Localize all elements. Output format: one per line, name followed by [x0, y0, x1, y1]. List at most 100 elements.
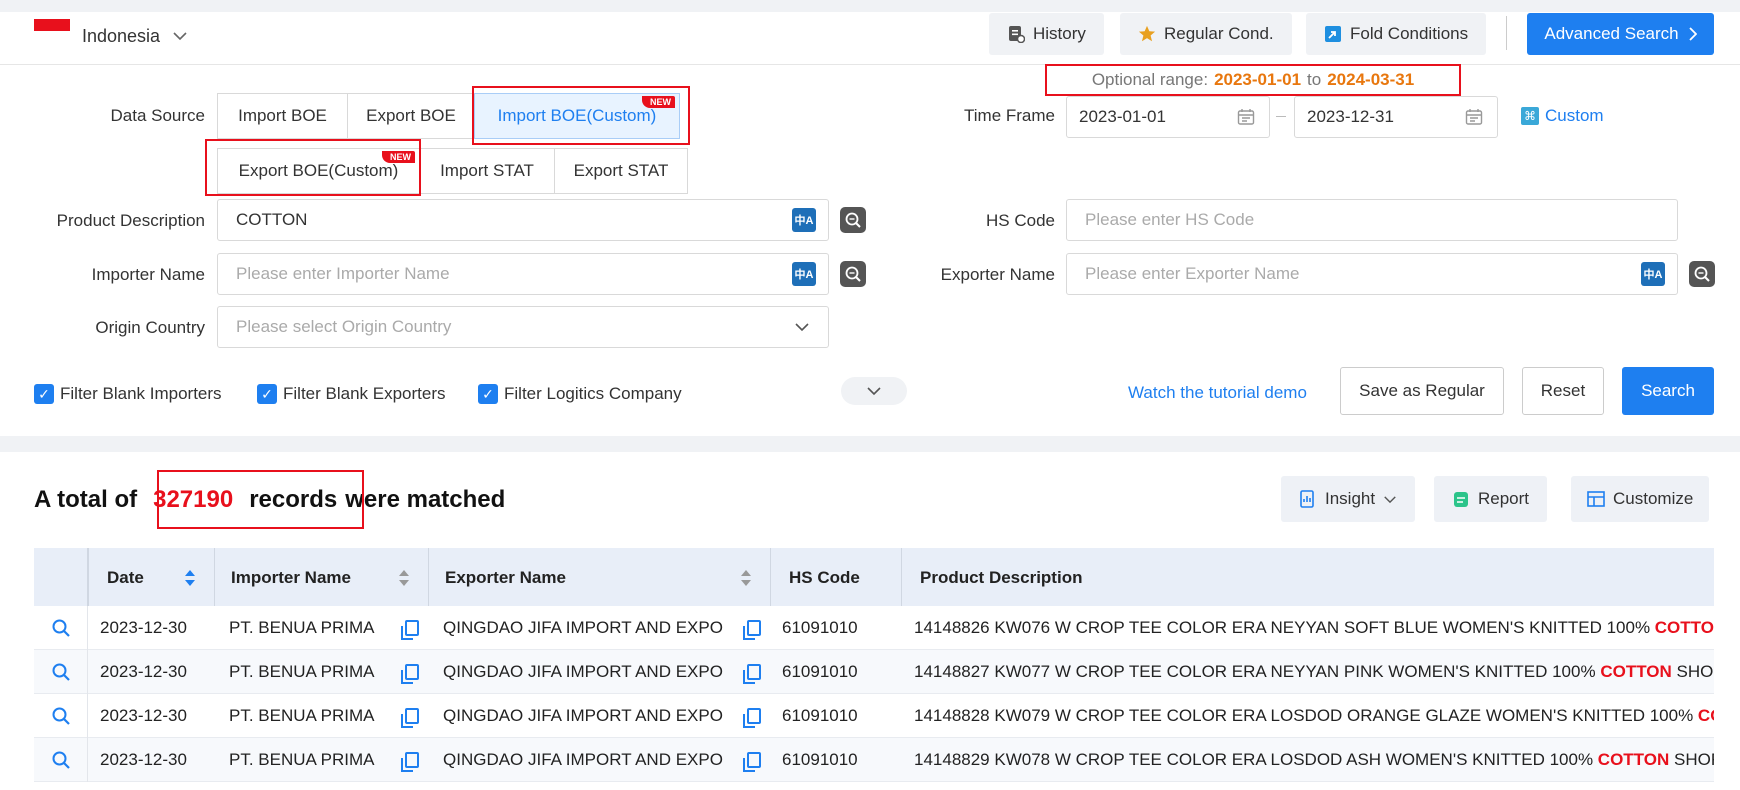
- product-input[interactable]: COTTON: [217, 199, 829, 241]
- source-export-boe[interactable]: Export BOE: [347, 93, 475, 139]
- row-product-highlight: COTTON: [1697, 706, 1714, 725]
- sort-icon[interactable]: [184, 568, 196, 588]
- row-importer[interactable]: PT. BENUA PRIMA: [229, 738, 399, 782]
- reset-button[interactable]: Reset: [1522, 367, 1604, 415]
- row-date: 2023-12-30: [100, 662, 187, 681]
- insight-icon: [1300, 490, 1314, 508]
- copy-icon[interactable]: [401, 708, 419, 728]
- row-product: 14148826 KW076 W CROP TEE COLOR ERA NEYY…: [914, 606, 1714, 650]
- table-header-exporter[interactable]: Exporter Name: [429, 548, 771, 608]
- row-product-highlight: COTTON: [1597, 750, 1670, 769]
- header-divider: [0, 64, 1740, 65]
- row-exporter[interactable]: QINGDAO JIFA IMPORT AND EXPO: [443, 650, 761, 694]
- history-button[interactable]: History: [989, 13, 1104, 55]
- time-frame-label: Time Frame: [964, 106, 1055, 125]
- row-importer[interactable]: PT. BENUA PRIMA: [229, 650, 399, 694]
- product-header-label: Product Description: [920, 568, 1083, 587]
- table-header-date[interactable]: Date: [88, 548, 215, 608]
- header-separator: [1506, 16, 1507, 50]
- row-hs: 61091010: [782, 662, 858, 681]
- table-row[interactable]: 2023-12-30 PT. BENUA PRIMA QINGDAO JIFA IM…: [34, 694, 1714, 738]
- product-value: COTTON: [236, 210, 308, 229]
- table-row[interactable]: 2023-12-30 PT. BENUA PRIMA QINGDAO JIFA IM…: [34, 650, 1714, 694]
- product-label: Product Description: [56, 211, 205, 230]
- report-button[interactable]: Report: [1434, 476, 1548, 522]
- time-to-input[interactable]: 2023-12-31: [1294, 96, 1498, 138]
- table-header-product: Product Description: [902, 548, 1714, 608]
- fold-conditions-button[interactable]: Fold Conditions: [1306, 13, 1487, 55]
- optional-range-to: 2024-03-31: [1327, 70, 1415, 89]
- row-search-icon[interactable]: [34, 606, 88, 650]
- copy-icon[interactable]: [401, 664, 419, 684]
- copy-icon[interactable]: [401, 620, 419, 640]
- exporter-input[interactable]: Please enter Exporter Name: [1066, 253, 1678, 295]
- row-importer[interactable]: PT. BENUA PRIMA: [229, 694, 399, 738]
- source-import-stat[interactable]: Import STAT: [419, 148, 555, 194]
- copy-icon[interactable]: [743, 620, 761, 640]
- copy-icon[interactable]: [401, 752, 419, 772]
- copy-icon[interactable]: [743, 708, 761, 728]
- optional-range: Optional range: 2023-01-01 to 2024-03-31: [1045, 64, 1461, 96]
- row-hs: 61091010: [782, 706, 858, 725]
- table-row[interactable]: 2023-12-30 PT. BENUA PRIMA QINGDAO JIFA IM…: [34, 738, 1714, 782]
- copy-icon[interactable]: [743, 752, 761, 772]
- source-export-stat[interactable]: Export STAT: [554, 148, 688, 194]
- row-product: 14148829 KW078 W CROP TEE COLOR ERA LOSD…: [914, 738, 1714, 782]
- row-search-icon[interactable]: [34, 694, 88, 738]
- hs-input[interactable]: Please enter HS Code: [1066, 199, 1678, 241]
- hs-header-label: HS Code: [789, 568, 860, 587]
- translate-icon[interactable]: 中A: [1641, 262, 1665, 286]
- save-as-regular-button[interactable]: Save as Regular: [1340, 367, 1504, 415]
- copy-icon[interactable]: [743, 664, 761, 684]
- chevron-down-icon: [173, 32, 187, 41]
- hs-label: HS Code: [986, 211, 1055, 230]
- origin-select[interactable]: Please select Origin Country: [217, 306, 829, 348]
- filter-logistics-company[interactable]: ✓ Filter Logitics Company: [478, 384, 682, 404]
- translate-icon[interactable]: 中A: [792, 208, 816, 232]
- regular-cond-button[interactable]: Regular Cond.: [1120, 13, 1292, 55]
- filter-blank-exporters[interactable]: ✓ Filter Blank Exporters: [257, 384, 446, 404]
- calendar-icon: [1465, 109, 1483, 125]
- command-icon: ⌘: [1521, 107, 1539, 125]
- table-header-select: [34, 548, 88, 608]
- row-exporter[interactable]: QINGDAO JIFA IMPORT AND EXPO: [443, 694, 761, 738]
- translate-icon[interactable]: 中A: [792, 262, 816, 286]
- row-product-tail: SHORT: [1673, 750, 1714, 769]
- table-header-importer[interactable]: Importer Name: [215, 548, 429, 608]
- search-options-icon[interactable]: [1689, 261, 1715, 287]
- optional-range-to-word: to: [1307, 70, 1322, 89]
- time-from-input[interactable]: 2023-01-01: [1066, 96, 1270, 138]
- row-date: 2023-12-30: [100, 750, 187, 769]
- search-options-icon[interactable]: [840, 207, 866, 233]
- search-options-icon[interactable]: [840, 261, 866, 287]
- insight-label: Insight: [1325, 489, 1376, 508]
- expand-toggle[interactable]: [841, 377, 907, 405]
- table-row[interactable]: 2023-12-30 PT. BENUA PRIMA QINGDAO JIFA IM…: [34, 606, 1714, 650]
- sort-icon[interactable]: [398, 568, 410, 588]
- tutorial-link[interactable]: Watch the tutorial demo: [1128, 383, 1307, 403]
- importer-input[interactable]: Please enter Importer Name: [217, 253, 829, 295]
- row-exporter[interactable]: QINGDAO JIFA IMPORT AND EXPO: [443, 738, 761, 782]
- advanced-search-button[interactable]: Advanced Search: [1527, 13, 1714, 55]
- row-search-icon[interactable]: [34, 650, 88, 694]
- regular-cond-label: Regular Cond.: [1164, 24, 1274, 43]
- row-hs: 61091010: [782, 750, 858, 769]
- row-importer[interactable]: PT. BENUA PRIMA: [229, 606, 399, 650]
- data-source-label: Data Source: [110, 106, 206, 125]
- filter-blank-importers[interactable]: ✓ Filter Blank Importers: [34, 384, 222, 404]
- row-search-icon[interactable]: [34, 738, 88, 782]
- customize-button[interactable]: Customize: [1571, 476, 1710, 522]
- time-to-value: 2023-12-31: [1307, 107, 1394, 126]
- insight-button[interactable]: Insight: [1281, 476, 1416, 522]
- custom-link[interactable]: ⌘ Custom: [1521, 106, 1604, 126]
- chevron-down-icon: [1384, 495, 1396, 503]
- chevron-right-icon: [1688, 27, 1697, 41]
- row-exporter[interactable]: QINGDAO JIFA IMPORT AND EXPO: [443, 606, 761, 650]
- importer-header-label: Importer Name: [231, 568, 351, 587]
- sort-icon[interactable]: [740, 568, 752, 588]
- country-selector[interactable]: Indonesia: [34, 19, 188, 50]
- filter-exporters-label: Filter Blank Exporters: [283, 384, 446, 403]
- advanced-search-label: Advanced Search: [1544, 24, 1679, 43]
- search-button[interactable]: Search: [1622, 367, 1714, 415]
- source-import-boe[interactable]: Import BOE: [217, 93, 348, 139]
